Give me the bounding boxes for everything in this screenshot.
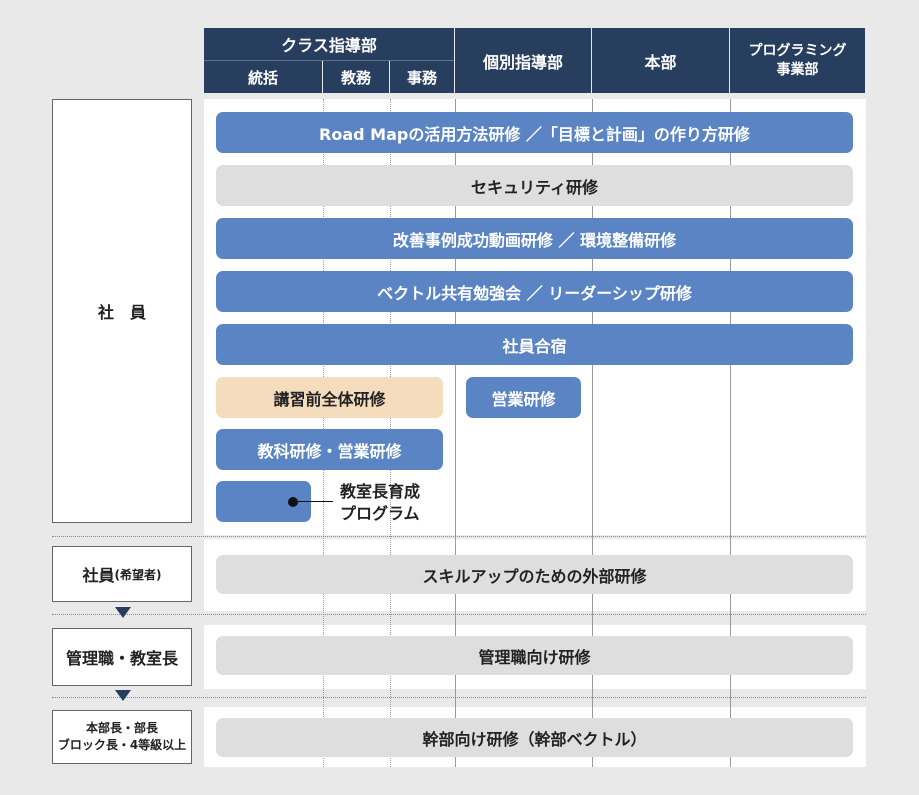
- separator-3: [52, 697, 866, 698]
- bar-subject-sales-training: 教科研修・営業研修: [216, 429, 443, 470]
- callout-dot: [288, 497, 298, 507]
- header-programming: プログラミング 事業部: [730, 28, 865, 93]
- header-class-sub-general: 統括: [204, 61, 322, 93]
- separator-1: [52, 536, 866, 537]
- bar-manager-training: 管理職向け研修: [216, 636, 853, 675]
- bar-skillup-external-training: スキルアップのための外部研修: [216, 555, 853, 594]
- row-label-employee: 社 員: [52, 99, 192, 523]
- bar-sales-training-individual: 営業研修: [466, 377, 581, 418]
- bar-security-training: セキュリティ研修: [216, 165, 853, 206]
- arrow-down-1: [115, 607, 131, 618]
- bar-roadmap-training: Road Mapの活用方法研修 ／「目標と計画」の作り方研修: [216, 112, 853, 153]
- bar-employee-camp: 社員合宿: [216, 324, 853, 365]
- row-label-employee-wish: 社員 (希望者): [52, 546, 192, 602]
- bar-vector-training: ベクトル共有勉強会 ／ リーダーシップ研修: [216, 271, 853, 312]
- separator-2: [52, 614, 866, 615]
- bar-pre-lecture-training: 講習前全体研修: [216, 377, 443, 418]
- arrow-down-2: [115, 690, 131, 701]
- bar-exec-training: 幹部向け研修（幹部ベクトル）: [216, 718, 853, 757]
- header-individual: 個別指導部: [455, 28, 591, 93]
- row-label-manager: 管理職・教室長: [52, 628, 192, 686]
- callout-manager-program: 教室長育成 プログラム: [340, 482, 421, 523]
- bar-kaizen-training: 改善事例成功動画研修 ／ 環境整備研修: [216, 218, 853, 259]
- header-class-sub-office: 事務: [390, 61, 454, 93]
- row-label-exec: 本部長・部長 ブロック長・4等級以上: [52, 710, 192, 764]
- header-class-dept-label: クラス指導部: [281, 36, 377, 55]
- header-class-dept: クラス指導部: [204, 28, 454, 60]
- callout-line: [293, 501, 333, 502]
- header-class-sub-teaching: 教務: [323, 61, 389, 93]
- header-hq: 本部: [592, 28, 729, 93]
